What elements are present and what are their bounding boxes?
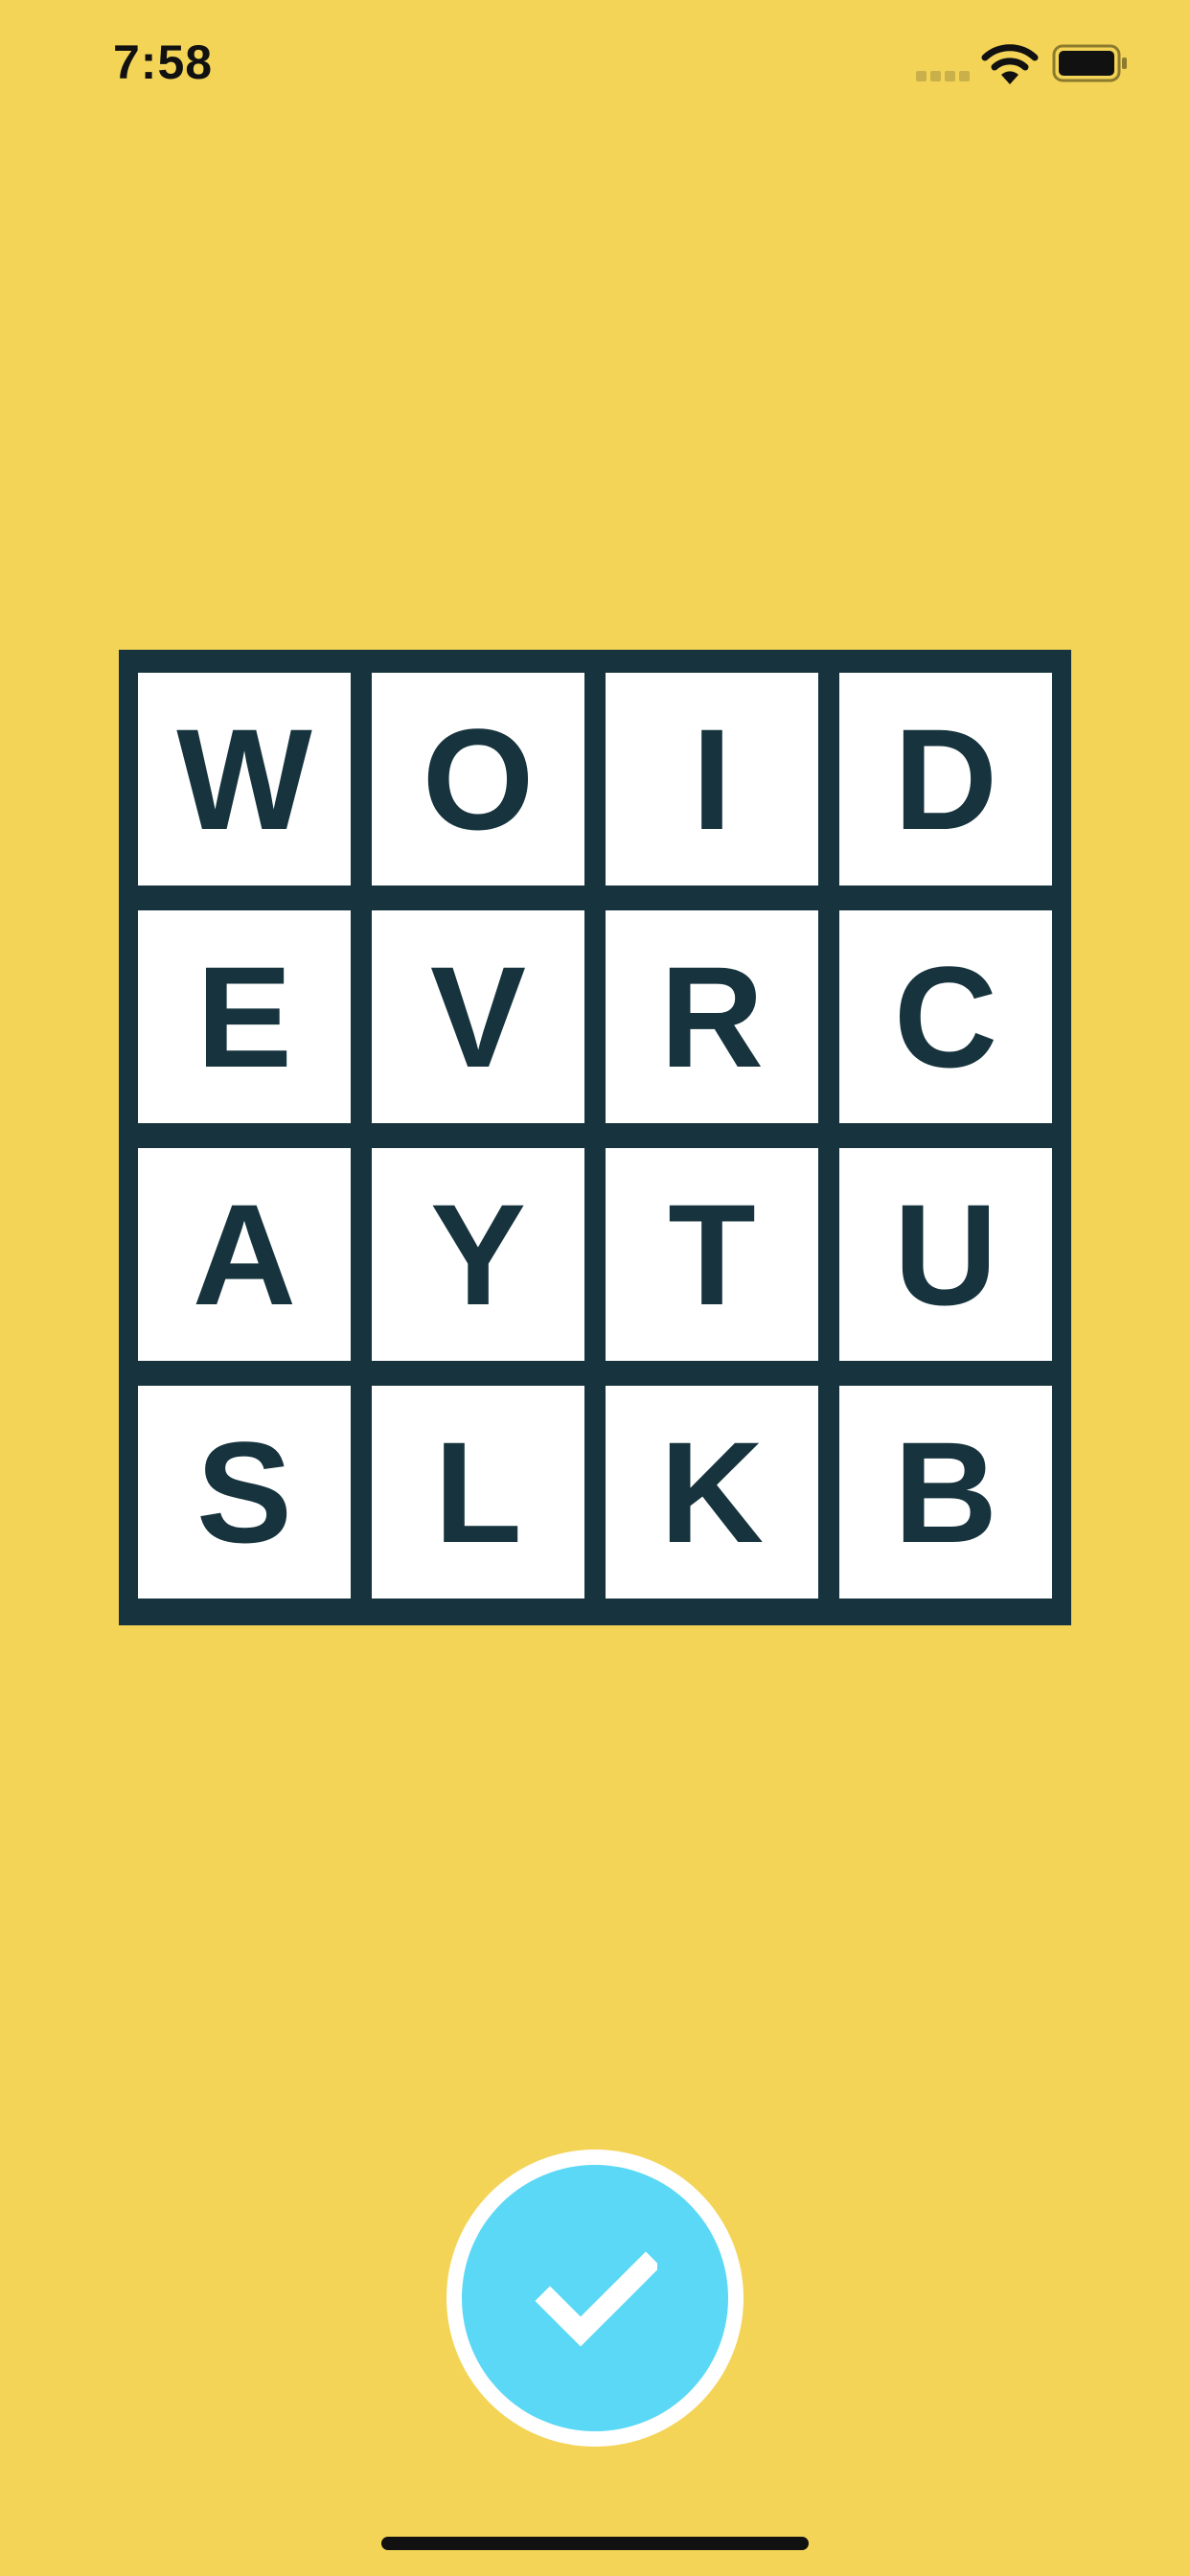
tile-r1c4[interactable]: D	[839, 673, 1052, 886]
tile-letter: S	[195, 1412, 293, 1573]
battery-icon	[1052, 44, 1127, 82]
tile-letter: B	[893, 1412, 998, 1573]
tile-r1c3[interactable]: I	[606, 673, 818, 886]
checkmark-icon	[535, 2251, 657, 2347]
tile-r4c3[interactable]: K	[606, 1386, 818, 1598]
tile-letter: A	[192, 1174, 297, 1335]
tile-letter: W	[176, 699, 312, 860]
letter-board: W O I D E V R C A Y T U S L K B	[119, 650, 1071, 1625]
tile-letter: O	[422, 699, 535, 860]
tile-r2c1[interactable]: E	[138, 910, 351, 1123]
tile-r3c3[interactable]: T	[606, 1148, 818, 1361]
tile-r3c1[interactable]: A	[138, 1148, 351, 1361]
tile-r1c1[interactable]: W	[138, 673, 351, 886]
home-indicator	[381, 2537, 809, 2550]
tile-r3c2[interactable]: Y	[372, 1148, 584, 1361]
tile-letter: L	[434, 1412, 522, 1573]
wifi-icon	[981, 44, 1039, 84]
tile-letter: Y	[429, 1174, 527, 1335]
status-bar: 7:58	[0, 0, 1190, 134]
signal-dots-icon	[916, 71, 970, 81]
tile-letter: D	[893, 699, 998, 860]
tile-r2c3[interactable]: R	[606, 910, 818, 1123]
tile-letter: V	[429, 936, 527, 1097]
submit-button-fill	[462, 2165, 728, 2431]
tile-letter: E	[195, 936, 293, 1097]
tile-r3c4[interactable]: U	[839, 1148, 1052, 1361]
tile-letter: C	[893, 936, 998, 1097]
tile-r4c4[interactable]: B	[839, 1386, 1052, 1598]
tile-r2c4[interactable]: C	[839, 910, 1052, 1123]
tile-r4c2[interactable]: L	[372, 1386, 584, 1598]
tile-letter: I	[692, 699, 732, 860]
tile-letter: K	[659, 1412, 765, 1573]
submit-button[interactable]	[446, 2150, 744, 2447]
tile-r4c1[interactable]: S	[138, 1386, 351, 1598]
tile-r1c2[interactable]: O	[372, 673, 584, 886]
tile-r2c2[interactable]: V	[372, 910, 584, 1123]
tile-letter: U	[893, 1174, 998, 1335]
tile-letter: R	[659, 936, 765, 1097]
status-time: 7:58	[113, 35, 214, 89]
tile-letter: T	[668, 1174, 756, 1335]
